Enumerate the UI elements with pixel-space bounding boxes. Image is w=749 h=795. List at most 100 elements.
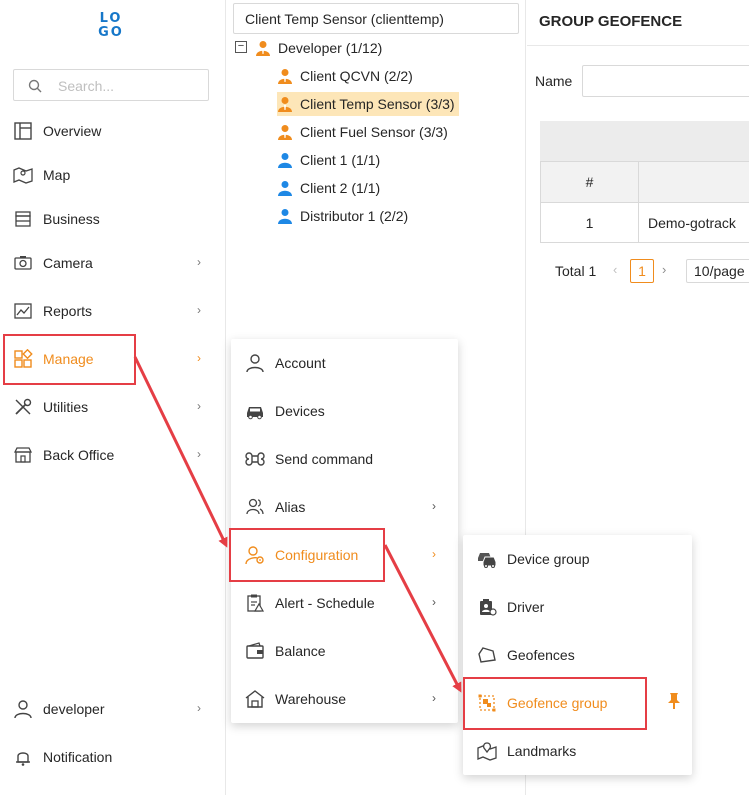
sidebar-item-utilities[interactable]: Utilities › <box>0 387 226 427</box>
clipboard-alert-icon <box>247 594 265 612</box>
menu-item-landmarks[interactable]: Landmarks <box>463 727 692 775</box>
menu-item-balance[interactable]: Balance <box>231 627 458 675</box>
menu-item-geofences[interactable]: Geofences <box>463 631 692 679</box>
tree-node[interactable]: Client QCVN (2/2) <box>277 64 413 88</box>
users-icon <box>246 498 264 515</box>
car-icon <box>247 407 263 420</box>
name-input[interactable] <box>582 65 749 97</box>
search-icon <box>28 79 42 93</box>
sidebar-item-reports[interactable]: Reports › <box>0 291 226 331</box>
table-header-index: # <box>541 162 639 203</box>
manage-highlight-box <box>3 334 136 385</box>
chevron-right-icon: › <box>432 547 436 561</box>
chevron-right-icon[interactable]: › <box>662 262 666 277</box>
tree-node[interactable]: Client Fuel Sensor (3/3) <box>277 120 448 144</box>
tree-node-label: Distributor 1 (2/2) <box>300 208 409 224</box>
geofence-group-highlight-box <box>463 677 647 730</box>
user-icon <box>278 153 292 168</box>
pager-total: Total 1 <box>555 263 597 279</box>
bell-icon <box>16 752 30 766</box>
menu-item-device-group[interactable]: Device group <box>463 535 692 583</box>
driver-icon <box>480 599 497 616</box>
tree-node[interactable]: Client 1 (1/1) <box>277 148 380 172</box>
tree-node-root[interactable]: Developer (1/12) <box>255 36 382 60</box>
sidebar-item-label: Reports <box>43 303 93 319</box>
polygon-icon <box>478 647 496 663</box>
chevron-right-icon: › <box>197 255 201 269</box>
chevron-left-icon[interactable]: ‹ <box>613 262 617 277</box>
divider <box>527 45 749 46</box>
cars-icon <box>478 553 497 568</box>
user-icon <box>278 97 292 112</box>
user-icon <box>278 125 292 140</box>
account-select[interactable]: Client Temp Sensor (clienttemp) <box>233 3 519 34</box>
sidebar-item-camera[interactable]: Camera › <box>0 243 226 283</box>
user-icon <box>246 354 264 373</box>
tree-node[interactable]: Distributor 1 (2/2) <box>277 204 408 228</box>
chart-icon <box>14 303 32 319</box>
sidebar-item-business[interactable]: Business <box>0 199 226 239</box>
tree-node-label: Client QCVN (2/2) <box>300 68 413 84</box>
table-header-name <box>639 162 749 203</box>
menu-item-label: Geofences <box>507 647 575 663</box>
notification-label: Notification <box>43 749 113 765</box>
chevron-right-icon: › <box>197 351 201 365</box>
sidebar-item-label: Overview <box>43 123 102 139</box>
username: developer <box>43 701 105 717</box>
pager-current-page[interactable]: 1 <box>630 259 654 283</box>
menu-item-label: Balance <box>275 643 326 659</box>
sidebar-item-label: Map <box>43 167 71 183</box>
map-icon <box>13 167 33 184</box>
name-label: Name <box>535 73 573 89</box>
pin-icon[interactable] <box>667 692 681 710</box>
sidebar-item-label: Back Office <box>43 447 115 463</box>
menu-item-label: Landmarks <box>507 743 577 759</box>
menu-item-label: Driver <box>507 599 545 615</box>
shop-icon <box>15 211 31 227</box>
sidebar: LO GO Overview Map Business Camera › Rep… <box>0 0 226 795</box>
user-tie-icon <box>256 41 270 56</box>
logo[interactable]: LO GO <box>96 12 126 42</box>
menu-item-alias[interactable]: Alias › <box>231 483 458 531</box>
tree-node-label: Client 2 (1/1) <box>300 180 381 196</box>
user-icon <box>278 209 292 224</box>
menu-item-warehouse[interactable]: Warehouse › <box>231 675 458 723</box>
collapse-icon[interactable]: − <box>235 41 247 53</box>
user-menu[interactable]: developer › <box>0 689 226 729</box>
user-icon <box>14 700 32 719</box>
user-icon <box>278 69 292 84</box>
tree-node[interactable]: Client 2 (1/1) <box>277 176 380 200</box>
tree-node[interactable]: Client Temp Sensor (3/3) <box>277 92 459 116</box>
layout-icon <box>14 122 32 140</box>
chevron-right-icon: › <box>197 701 201 715</box>
notification-item[interactable]: Notification <box>0 737 226 777</box>
table-toolbar <box>540 121 749 162</box>
menu-item-driver[interactable]: Driver <box>463 583 692 631</box>
chevron-right-icon: › <box>432 595 436 609</box>
menu-item-devices[interactable]: Devices <box>231 387 458 435</box>
logo-line-2: GO <box>98 25 124 40</box>
table-cell-index: 1 <box>541 203 639 243</box>
chevron-right-icon: › <box>197 447 201 461</box>
menu-item-label: Alias <box>275 499 306 515</box>
wallet-icon <box>246 642 264 659</box>
menu-item-alert-schedule[interactable]: Alert - Schedule › <box>231 579 458 627</box>
logo-line-1: LO <box>99 11 123 26</box>
menu-item-send-command[interactable]: Send command <box>231 435 458 483</box>
page-size-select[interactable]: 10/page <box>686 259 749 283</box>
search-input[interactable] <box>58 76 198 96</box>
user-icon <box>278 181 292 196</box>
tree-node-label: Client Temp Sensor (3/3) <box>300 96 455 112</box>
sidebar-item-map[interactable]: Map <box>0 155 226 195</box>
menu-item-label: Alert - Schedule <box>275 595 375 611</box>
menu-item-account[interactable]: Account <box>231 339 458 387</box>
table-cell-name[interactable]: Demo-gotrack <box>639 203 749 243</box>
sidebar-item-label: Utilities <box>43 399 89 415</box>
store-icon <box>13 447 33 463</box>
command-icon <box>245 452 265 466</box>
chevron-right-icon: › <box>197 399 201 413</box>
sidebar-item-overview[interactable]: Overview <box>0 111 226 151</box>
sidebar-item-back-office[interactable]: Back Office › <box>0 435 226 475</box>
camera-icon <box>14 256 32 270</box>
menu-item-label: Device group <box>507 551 590 567</box>
